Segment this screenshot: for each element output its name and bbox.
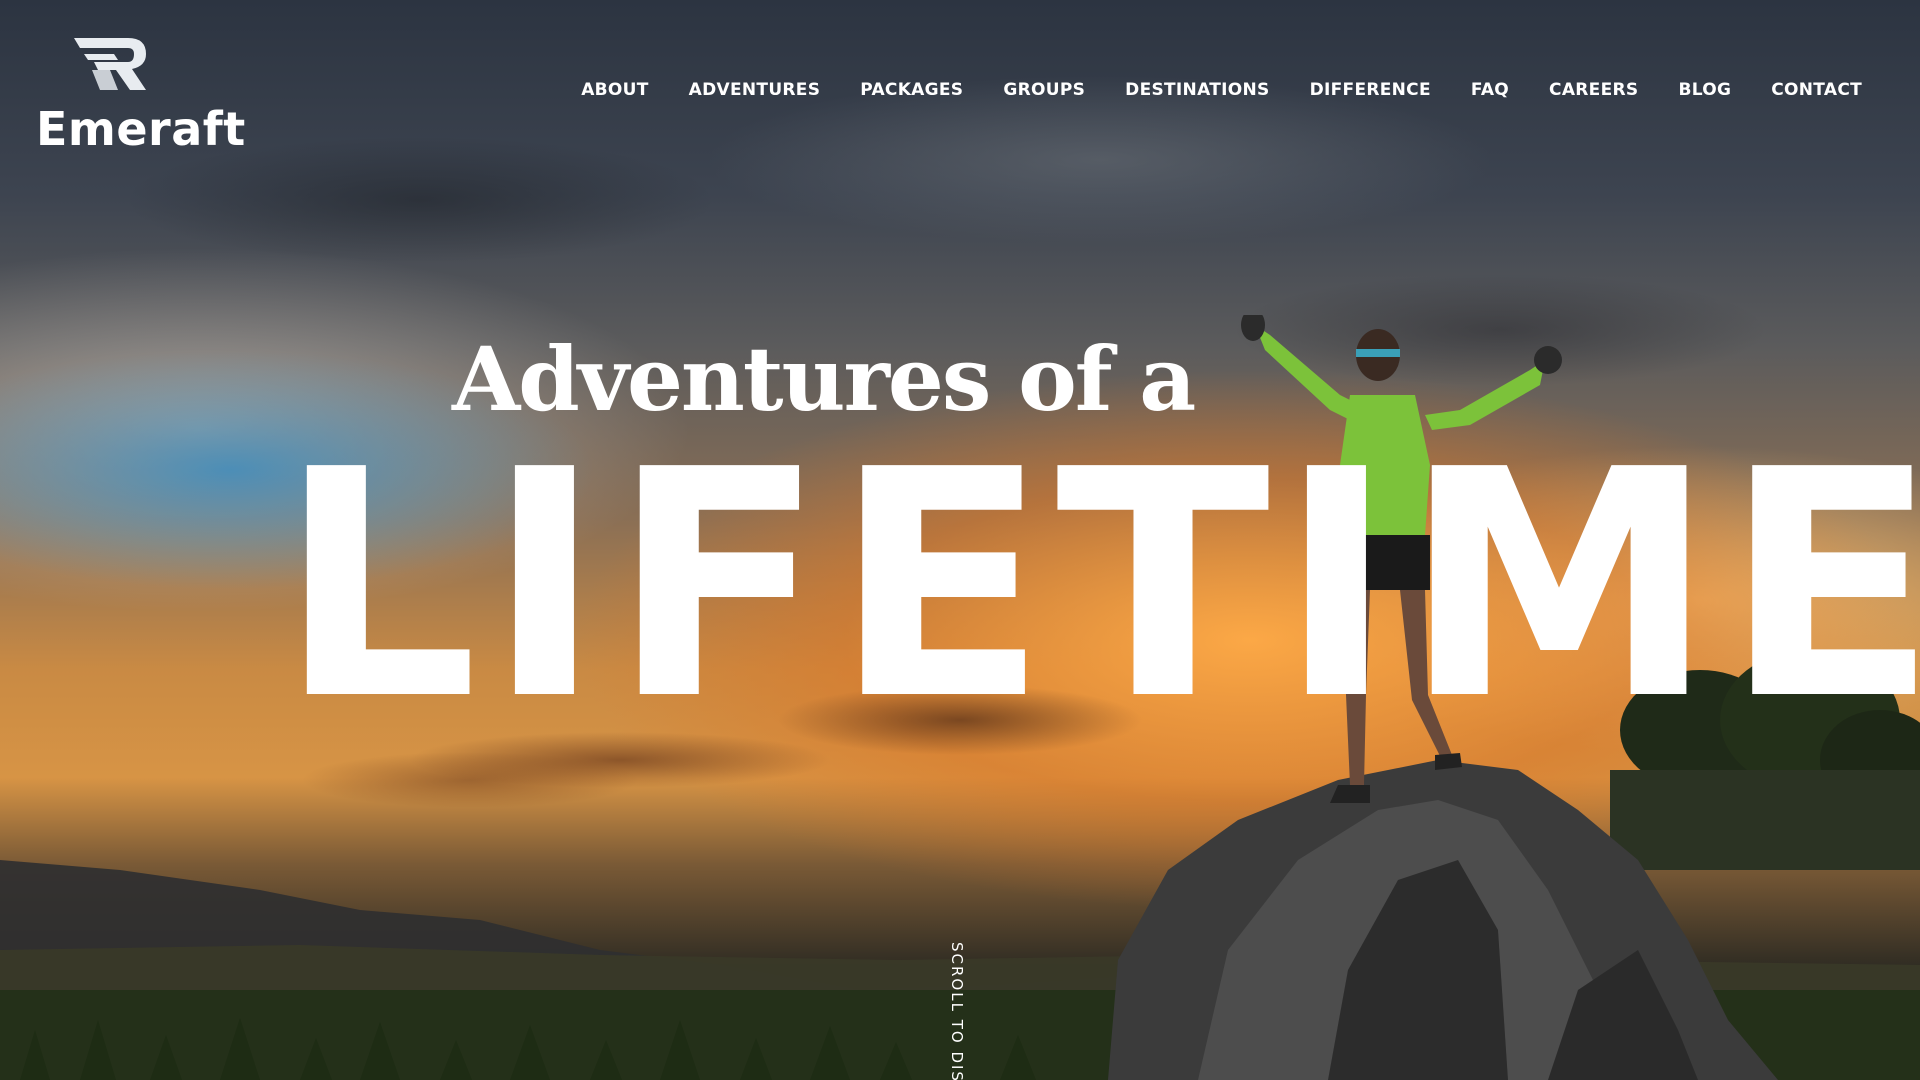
- nav-item-destinations[interactable]: DESTINATIONS: [1125, 80, 1269, 100]
- nav-item-faq[interactable]: FAQ: [1471, 80, 1509, 100]
- hero-headline: LIFETIME: [278, 404, 1920, 769]
- nav-item-about[interactable]: ABOUT: [581, 80, 648, 100]
- main-navigation: ABOUT ADVENTURES PACKAGES GROUPS DESTINA…: [581, 80, 1862, 100]
- emeraft-r-logo-icon: [74, 38, 146, 90]
- nav-item-blog[interactable]: BLOG: [1678, 80, 1731, 100]
- scroll-cue[interactable]: SCROLL TO DISCOVER: [948, 942, 966, 1080]
- site-header: Emeraft ABOUT ADVENTURES PACKAGES GROUPS…: [0, 0, 1920, 170]
- nav-item-adventures[interactable]: ADVENTURES: [689, 80, 821, 100]
- nav-item-packages[interactable]: PACKAGES: [860, 80, 963, 100]
- brand-name: Emeraft: [36, 102, 246, 156]
- nav-item-contact[interactable]: CONTACT: [1771, 80, 1862, 100]
- nav-item-difference[interactable]: DIFFERENCE: [1310, 80, 1431, 100]
- site-logo[interactable]: Emeraft: [36, 36, 245, 156]
- nav-item-careers[interactable]: CAREERS: [1549, 80, 1638, 100]
- nav-item-groups[interactable]: GROUPS: [1003, 80, 1085, 100]
